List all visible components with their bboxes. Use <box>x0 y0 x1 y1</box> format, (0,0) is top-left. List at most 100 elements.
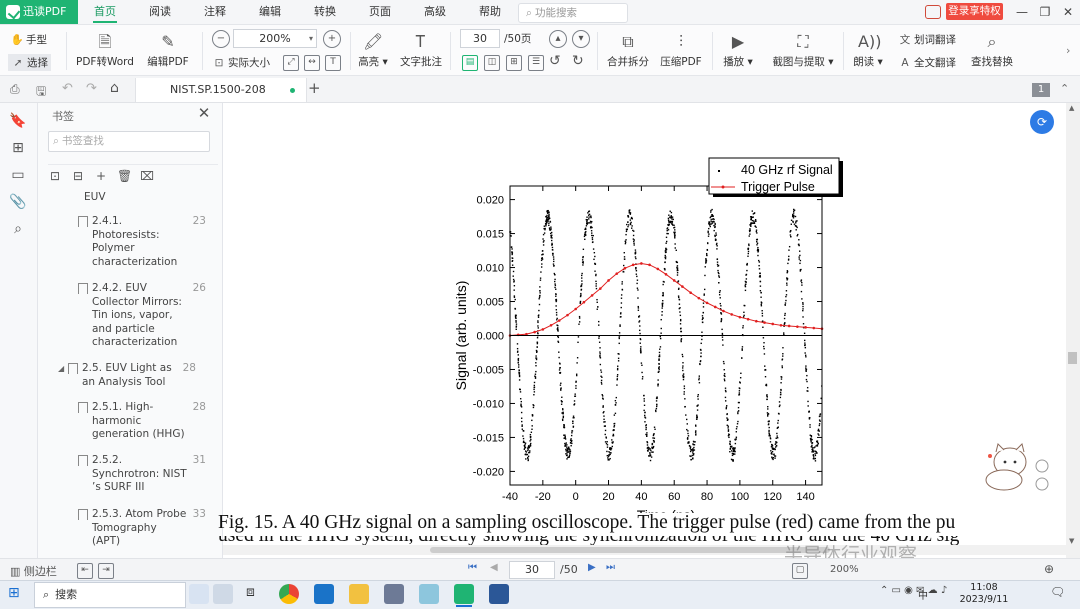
read-aloud-button[interactable]: A)) 朗读 ▾ <box>848 32 888 69</box>
signal-point <box>569 452 571 454</box>
nav-forward-icon[interactable]: ⇥ <box>98 563 114 579</box>
menu-read[interactable]: 阅读 <box>149 0 171 24</box>
word-translate-button[interactable]: 文划词翻译 <box>898 32 956 47</box>
scroll-up-icon[interactable]: ▲ <box>1069 104 1074 112</box>
home-icon[interactable]: ⌂ <box>110 80 119 96</box>
redo-icon[interactable]: ↷ <box>86 81 97 96</box>
attachment-icon[interactable]: 📎 <box>9 193 27 211</box>
nav-back-icon[interactable]: ⇤ <box>77 563 93 579</box>
add-bookmark-icon[interactable]: ⊡ <box>48 169 62 183</box>
zoom-field[interactable]: 200% ▾ <box>233 29 317 48</box>
app-icon[interactable] <box>384 584 404 604</box>
menu-edit[interactable]: 编辑 <box>259 0 281 24</box>
text-select-icon[interactable]: T <box>325 55 341 71</box>
fit-page-icon[interactable]: ⤢ <box>283 55 299 71</box>
next-page-icon[interactable]: ▶ <box>588 562 596 573</box>
rotate-right-icon[interactable]: ↻ <box>572 53 584 69</box>
notification-icon[interactable]: 🗨 <box>1050 585 1065 599</box>
first-page-icon[interactable]: ⏮ <box>468 562 477 573</box>
thumbnails-icon[interactable]: ⊞ <box>9 139 27 157</box>
bookmark-search-input[interactable]: ⌕ 书签查找 <box>48 131 210 152</box>
login-button[interactable]: 登录享特权 <box>946 3 1003 20</box>
windows-start-icon[interactable]: ⊞ <box>8 585 20 601</box>
zoom-in-icon[interactable]: ⊕ <box>1044 562 1054 576</box>
hand-tool[interactable]: ✋ 手型 <box>10 32 47 47</box>
two-page-icon[interactable]: ◫ <box>484 55 500 71</box>
word-icon[interactable] <box>489 584 509 604</box>
sidebar-toggle[interactable]: ▥ 侧边栏 <box>10 563 57 579</box>
new-tab-icon[interactable]: + <box>308 79 321 97</box>
grid-view-icon[interactable]: ⊞ <box>506 55 522 71</box>
zoom-in-icon[interactable]: + <box>323 30 341 48</box>
highlight-button[interactable]: 🖍 高亮 ▾ <box>356 32 390 69</box>
collapse-ribbon-icon[interactable]: ⌃ <box>1060 82 1069 95</box>
taskbar-search[interactable]: ⌕ 搜索 <box>34 582 186 608</box>
page-mode-icon[interactable]: ▢ <box>792 563 808 579</box>
menu-help[interactable]: 帮助 <box>479 0 501 24</box>
continuous-scroll-icon[interactable]: ☰ <box>528 55 544 71</box>
screenshot-button[interactable]: ⛶ 截图与提取 ▾ <box>770 32 836 69</box>
pdf-reader-taskbar-icon[interactable] <box>454 584 474 604</box>
undo-icon[interactable]: ↶ <box>62 81 73 96</box>
zoom-out-icon[interactable]: − <box>212 30 230 48</box>
previous-page-icon[interactable]: ▴ <box>549 30 567 48</box>
delete-all-icon[interactable]: ⌧ <box>140 169 154 183</box>
save-icon[interactable]: 🖫 <box>36 82 46 103</box>
horizontal-scroll-thumb[interactable] <box>430 547 830 553</box>
signal-point <box>784 304 786 306</box>
bookmark-icon[interactable]: 🔖 <box>9 112 27 130</box>
fit-width-icon[interactable]: ↔ <box>304 55 320 71</box>
pen-app-icon[interactable] <box>213 584 233 604</box>
select-tool[interactable]: ➚ 选择 <box>8 54 51 71</box>
restore-icon[interactable]: ❐ <box>1034 0 1056 24</box>
prev-page-icon[interactable]: ◀ <box>490 562 498 573</box>
compress-button[interactable]: ⫶ 压缩PDF <box>658 32 704 69</box>
status-page-field[interactable]: 30 <box>509 561 555 579</box>
find-replace-button[interactable]: ⌕ 查找替换 <box>968 32 1016 69</box>
comments-icon[interactable]: ▭ <box>9 166 27 184</box>
widget-app-icon[interactable] <box>189 584 209 604</box>
expand-triangle-icon[interactable]: ◢ <box>58 364 64 373</box>
close-window-icon[interactable]: ✕ <box>1057 0 1079 24</box>
vertical-scroll-thumb[interactable] <box>1068 352 1077 364</box>
message-icon[interactable] <box>925 5 941 19</box>
function-search-input[interactable]: ⌕ 功能搜索 <box>518 3 628 23</box>
full-translate-button[interactable]: A 全文翻译 <box>898 55 956 70</box>
merge-split-button[interactable]: ⧉ 合并拆分 <box>604 32 652 69</box>
mail-icon[interactable] <box>314 584 334 604</box>
ime-indicator[interactable]: 中 <box>918 587 928 602</box>
menu-page[interactable]: 页面 <box>369 0 391 24</box>
vertical-scrollbar[interactable] <box>1066 103 1080 558</box>
pdf-to-word-button[interactable]: 🗎 PDF转Word <box>76 32 134 69</box>
print-icon[interactable]: ⎙ <box>10 82 20 97</box>
scroll-down-icon[interactable]: ▼ <box>1069 537 1074 545</box>
close-icon[interactable]: ✕ <box>196 105 212 121</box>
tray-icons[interactable]: ⌃ ▭ ◉ ✉ ☁ ♪ <box>880 585 947 596</box>
chrome-icon[interactable] <box>279 584 299 604</box>
single-page-icon[interactable]: ▤ <box>462 55 478 71</box>
taskbar-clock[interactable]: 11:08 2023/9/11 <box>958 582 1010 606</box>
next-page-icon[interactable]: ▾ <box>572 30 590 48</box>
edit-pdf-button[interactable]: ✎ 编辑PDF <box>142 32 194 69</box>
add-child-bookmark-icon[interactable]: ⊟ <box>71 169 85 183</box>
play-button[interactable]: ▶ 播放 ▾ <box>718 32 758 69</box>
menu-annotate[interactable]: 注释 <box>204 0 226 24</box>
actual-size-button[interactable]: ⊡ 实际大小 <box>212 55 270 70</box>
menu-advanced[interactable]: 高级 <box>424 0 446 24</box>
plus-icon[interactable]: + <box>94 169 108 183</box>
ribbon-scroll-right-icon[interactable]: › <box>1066 44 1070 57</box>
search-icon[interactable]: ⌕ <box>9 220 27 238</box>
document-tab[interactable]: NIST.SP.1500-208 <box>135 78 307 102</box>
file-explorer-icon[interactable] <box>349 584 369 604</box>
delete-icon[interactable]: 🗑 <box>117 169 132 183</box>
text-note-button[interactable]: Ꭲ 文字批注 <box>398 32 444 69</box>
app-logo[interactable]: 迅读PDF <box>0 0 78 24</box>
last-page-icon[interactable]: ⏭ <box>606 562 615 573</box>
page-number-field[interactable]: 30 <box>460 29 500 48</box>
minimize-icon[interactable]: — <box>1011 0 1033 24</box>
bookmark-item[interactable]: EUV <box>84 191 106 203</box>
task-view-icon[interactable]: ⧈ <box>246 584 255 600</box>
menu-convert[interactable]: 转换 <box>314 0 336 24</box>
app-icon[interactable] <box>419 584 439 604</box>
rotate-left-icon[interactable]: ↺ <box>549 53 561 69</box>
